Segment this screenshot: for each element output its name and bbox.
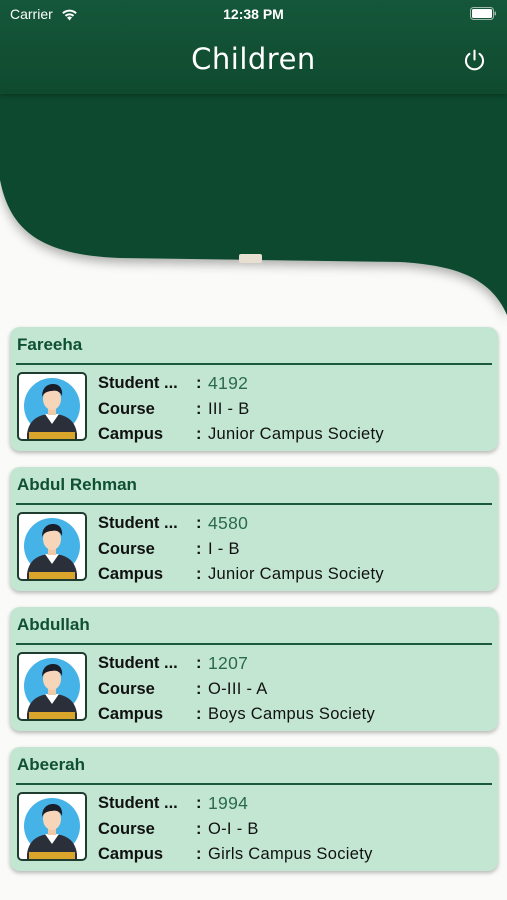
battery-icon (470, 7, 496, 20)
divider (16, 643, 492, 645)
avatar (17, 372, 87, 441)
colon: : (196, 654, 202, 673)
campus-label: Campus (98, 565, 164, 584)
course-value: O-I - B (208, 819, 259, 838)
colon: : (196, 679, 202, 698)
status-time: 12:38 PM (223, 6, 284, 22)
page-title: Children (191, 42, 316, 76)
divider (16, 503, 492, 505)
course-row: Course : O-III - A (98, 677, 488, 703)
campus-row: Campus : Boys Campus Society (98, 702, 488, 728)
campus-value: Junior Campus Society (208, 425, 384, 444)
avatar (17, 512, 87, 581)
student-id-value: 4580 (208, 513, 249, 534)
student-id-value: 1207 (208, 653, 249, 674)
campus-label: Campus (98, 705, 164, 724)
colon: : (196, 819, 202, 838)
course-value: III - B (208, 399, 250, 418)
student-avatar-icon (24, 798, 80, 859)
child-name: Abeerah (17, 755, 86, 774)
children-list: Fareeha Student ... : 4192 Course : III … (10, 327, 498, 887)
campus-label: Campus (98, 845, 164, 864)
avatar (17, 652, 87, 721)
campus-value: Junior Campus Society (208, 565, 384, 584)
colon: : (196, 705, 202, 724)
campus-row: Campus : Junior Campus Society (98, 422, 488, 448)
campus-label: Campus (98, 425, 164, 444)
colon: : (196, 399, 202, 418)
colon: : (196, 514, 202, 533)
app-header: Carrier 12:38 PM Children (0, 0, 507, 94)
child-name: Abdullah (17, 615, 90, 634)
course-label: Course (98, 539, 155, 558)
colon: : (196, 794, 202, 813)
status-bar: Carrier 12:38 PM (0, 0, 507, 28)
student-id-row: Student ... : 4192 (98, 371, 488, 397)
course-label: Course (98, 679, 155, 698)
child-card[interactable]: Fareeha Student ... : 4192 Course : III … (10, 327, 498, 451)
child-card[interactable]: Abeerah Student ... : 1994 Course : O-I … (10, 747, 498, 871)
student-id-row: Student ... : 4580 (98, 511, 488, 537)
student-label: Student ... (98, 374, 178, 393)
course-row: Course : III - B (98, 397, 488, 423)
colon: : (196, 539, 202, 558)
course-label: Course (98, 399, 155, 418)
child-card[interactable]: Abdul Rehman Student ... : 4580 Course : (10, 467, 498, 591)
divider (16, 363, 492, 365)
colon: : (196, 845, 202, 864)
campus-row: Campus : Junior Campus Society (98, 562, 488, 588)
student-label: Student ... (98, 514, 178, 533)
student-label: Student ... (98, 654, 178, 673)
course-value: I - B (208, 539, 240, 558)
colon: : (196, 374, 202, 393)
student-avatar-icon (24, 518, 80, 579)
student-avatar-icon (24, 658, 80, 719)
student-label: Student ... (98, 794, 178, 813)
campus-row: Campus : Girls Campus Society (98, 842, 488, 868)
drag-handle[interactable] (239, 254, 262, 263)
course-row: Course : O-I - B (98, 817, 488, 843)
course-label: Course (98, 819, 155, 838)
course-row: Course : I - B (98, 537, 488, 563)
student-id-value: 1994 (208, 793, 249, 814)
course-value: O-III - A (208, 679, 268, 698)
colon: : (196, 425, 202, 444)
child-name: Abdul Rehman (17, 475, 137, 494)
campus-value: Boys Campus Society (208, 705, 376, 724)
student-id-row: Student ... : 1207 (98, 651, 488, 677)
student-avatar-icon (24, 378, 80, 439)
colon: : (196, 565, 202, 584)
avatar (17, 792, 87, 861)
divider (16, 783, 492, 785)
power-icon[interactable] (462, 48, 487, 73)
student-id-row: Student ... : 1994 (98, 791, 488, 817)
header-wave-decoration (0, 90, 507, 315)
campus-value: Girls Campus Society (208, 845, 373, 864)
student-id-value: 4192 (208, 373, 249, 394)
child-card[interactable]: Abdullah Student ... : 1207 Course : O-I… (10, 607, 498, 731)
child-name: Fareeha (17, 335, 83, 354)
